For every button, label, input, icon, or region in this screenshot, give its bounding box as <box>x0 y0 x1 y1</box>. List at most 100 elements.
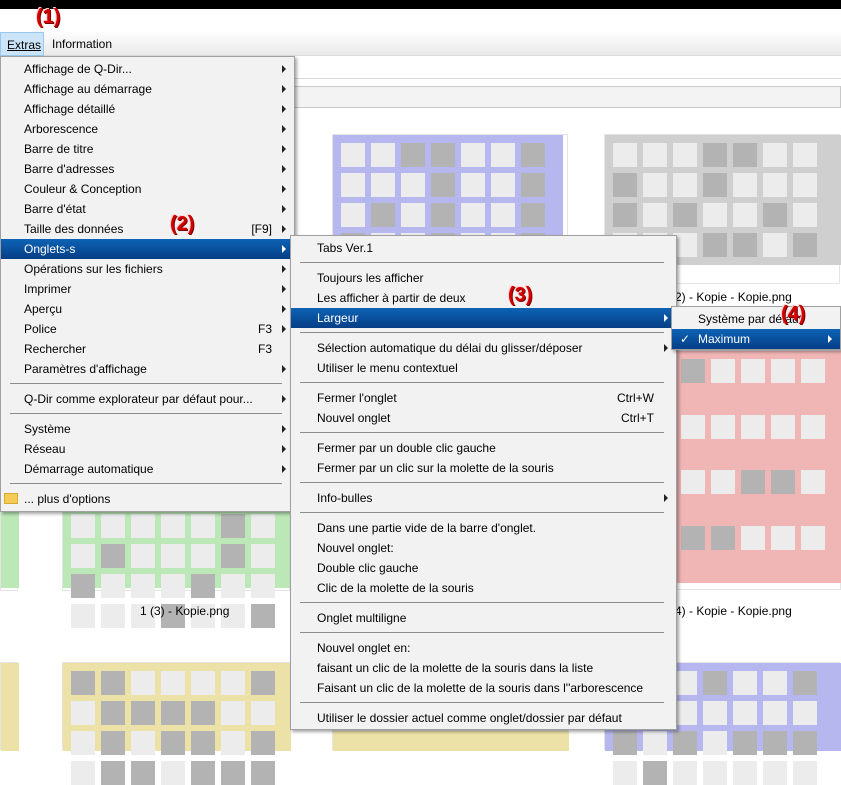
extras-menu-item[interactable]: Barre d'état <box>1 199 294 219</box>
extras-menu-item[interactable]: Onglets-s <box>1 239 294 259</box>
width-menu-item[interactable]: ✓ Maximum <box>672 329 840 349</box>
tabs-menu-item[interactable]: Tabs Ver.1 <box>291 238 676 258</box>
extras-menu-item[interactable]: Paramètres d'affichage <box>1 359 294 379</box>
image-cell <box>251 544 275 568</box>
menu-bar: Extras Information <box>0 32 841 56</box>
image-cell <box>613 761 637 785</box>
thumbnail-green-left[interactable] <box>0 505 19 591</box>
menu-item-label: Affichage détaillé <box>24 102 116 116</box>
menu-item-label: Faisant un clic de la molette de la sour… <box>317 681 644 695</box>
tabs-menu-item[interactable]: Nouvel onglet en: <box>291 638 676 658</box>
tabs-menu-item[interactable]: Clic de la molette de la souris <box>291 578 676 598</box>
extras-menu-item[interactable]: Imprimer <box>1 279 294 299</box>
image-cell <box>763 143 787 167</box>
thumbnail-yellow[interactable] <box>62 662 291 785</box>
tabs-menu-item[interactable]: Onglet multiligne <box>291 608 676 628</box>
image-grid <box>1 663 19 751</box>
width-menu-item[interactable]: Système par défaut <box>672 309 840 329</box>
tabs-menu-item[interactable]: Nouvel onglet: <box>291 538 676 558</box>
tabs-menu-item[interactable]: Info-bulles <box>291 488 676 508</box>
extras-menu-item[interactable]: Barre de titre <box>1 139 294 159</box>
tabs-menu-item[interactable]: Faisant un clic de la molette de la sour… <box>291 678 676 698</box>
tabs-menu-item[interactable]: Fermer par un clic sur la molette de la … <box>291 458 676 478</box>
image-cell <box>681 359 705 383</box>
image-cell <box>703 233 727 257</box>
tabs-menu-item[interactable]: Fermer par un double clic gauche <box>291 438 676 458</box>
thumbnail-green[interactable] <box>62 505 291 628</box>
extras-menu-item[interactable]: ... plus d'options <box>1 489 294 509</box>
extras-menu-item[interactable]: Couleur & Conception <box>1 179 294 199</box>
image-cell <box>521 143 545 167</box>
chevron-right-icon <box>282 465 286 473</box>
thumbnail-red[interactable] <box>672 350 841 590</box>
image-cell <box>341 143 365 167</box>
tabs-menu-item[interactable]: Toujours les afficher <box>291 268 676 288</box>
image-cell <box>101 544 125 568</box>
extras-menu-item[interactable]: Système <box>1 419 294 439</box>
image-cell <box>771 414 795 439</box>
menu-separator <box>300 602 664 603</box>
image-cell <box>101 574 125 598</box>
image-cell <box>341 173 365 197</box>
menu-extras[interactable]: Extras <box>0 32 44 56</box>
extras-menu-item[interactable]: Réseau <box>1 439 294 459</box>
image-cell <box>161 701 185 725</box>
image-cell <box>733 701 757 725</box>
extras-menu-item[interactable]: Affichage de Q-Dir... <box>1 59 294 79</box>
image-cell <box>401 143 425 167</box>
extras-menu-item[interactable]: Affichage détaillé <box>1 99 294 119</box>
extras-menu-item[interactable]: Rechercher F3 <box>1 339 294 359</box>
image-cell <box>733 731 757 755</box>
image-cell <box>741 470 765 494</box>
tabs-menu-item[interactable]: Double clic gauche <box>291 558 676 578</box>
tabs-menu-item[interactable]: Dans une partie vide de la barre d'ongle… <box>291 518 676 538</box>
menu-separator <box>10 483 282 484</box>
menu-item-label: Taille des données <box>24 222 124 236</box>
tabs-menu-item[interactable]: Sélection automatique du délai du glisse… <box>291 338 676 358</box>
extras-menu-item[interactable]: Q-Dir comme explorateur par défaut pour.… <box>1 389 294 409</box>
checkmark-icon: ✓ <box>680 332 691 346</box>
image-cell <box>703 761 727 785</box>
thumbnail-yellow-mid[interactable] <box>332 730 569 751</box>
extras-menu-item[interactable]: Aperçu <box>1 299 294 319</box>
tabs-menu-item[interactable]: Utiliser le menu contextuel <box>291 358 676 378</box>
image-cell <box>801 414 825 439</box>
menu-information[interactable]: Information <box>46 32 118 56</box>
menu-item-shortcut: Ctrl+W <box>617 391 654 405</box>
chevron-right-icon <box>282 105 286 113</box>
menu-extras-label: Extras <box>7 38 42 52</box>
extras-menu-item[interactable]: Taille des données [F9] <box>1 219 294 239</box>
image-cell <box>251 604 275 628</box>
image-cell <box>461 203 485 227</box>
image-cell <box>251 574 275 598</box>
tabs-menu-item[interactable]: faisant un clic de la molette de la sour… <box>291 658 676 678</box>
image-cell <box>793 143 817 167</box>
image-cell <box>763 233 787 257</box>
menu-item-label: Maximum <box>698 332 751 346</box>
image-cell <box>71 514 95 538</box>
image-cell <box>673 761 697 785</box>
image-cell <box>673 203 697 227</box>
image-cell <box>491 143 515 167</box>
extras-menu-item[interactable]: Opérations sur les fichiers <box>1 259 294 279</box>
image-cell <box>131 701 155 725</box>
image-cell <box>221 731 245 755</box>
menu-separator <box>300 482 664 483</box>
image-cell <box>763 671 787 695</box>
image-cell <box>101 761 125 785</box>
tabs-menu-item[interactable]: Les afficher à partir de deux <box>291 288 676 308</box>
tabs-menu-item[interactable]: Nouvel onglet Ctrl+T <box>291 408 676 428</box>
extras-menu-item[interactable]: Police F3 <box>1 319 294 339</box>
tabs-menu-item[interactable]: Utiliser le dossier actuel comme onglet/… <box>291 708 676 728</box>
extras-menu-item[interactable]: Démarrage automatique <box>1 459 294 479</box>
extras-menu-item[interactable]: Affichage au démarrage <box>1 79 294 99</box>
menu-item-label: faisant un clic de la molette de la sour… <box>317 661 594 675</box>
extras-menu-item[interactable]: Barre d'adresses <box>1 159 294 179</box>
thumbnail-yellow-left[interactable] <box>0 662 19 751</box>
chevron-right-icon <box>282 165 286 173</box>
image-cell <box>191 731 215 755</box>
tabs-menu-item[interactable]: Fermer l'onglet Ctrl+W <box>291 388 676 408</box>
menu-item-label: Affichage au démarrage <box>24 82 152 96</box>
extras-menu-item[interactable]: Arborescence <box>1 119 294 139</box>
tabs-menu-item[interactable]: Largeur <box>291 308 676 328</box>
